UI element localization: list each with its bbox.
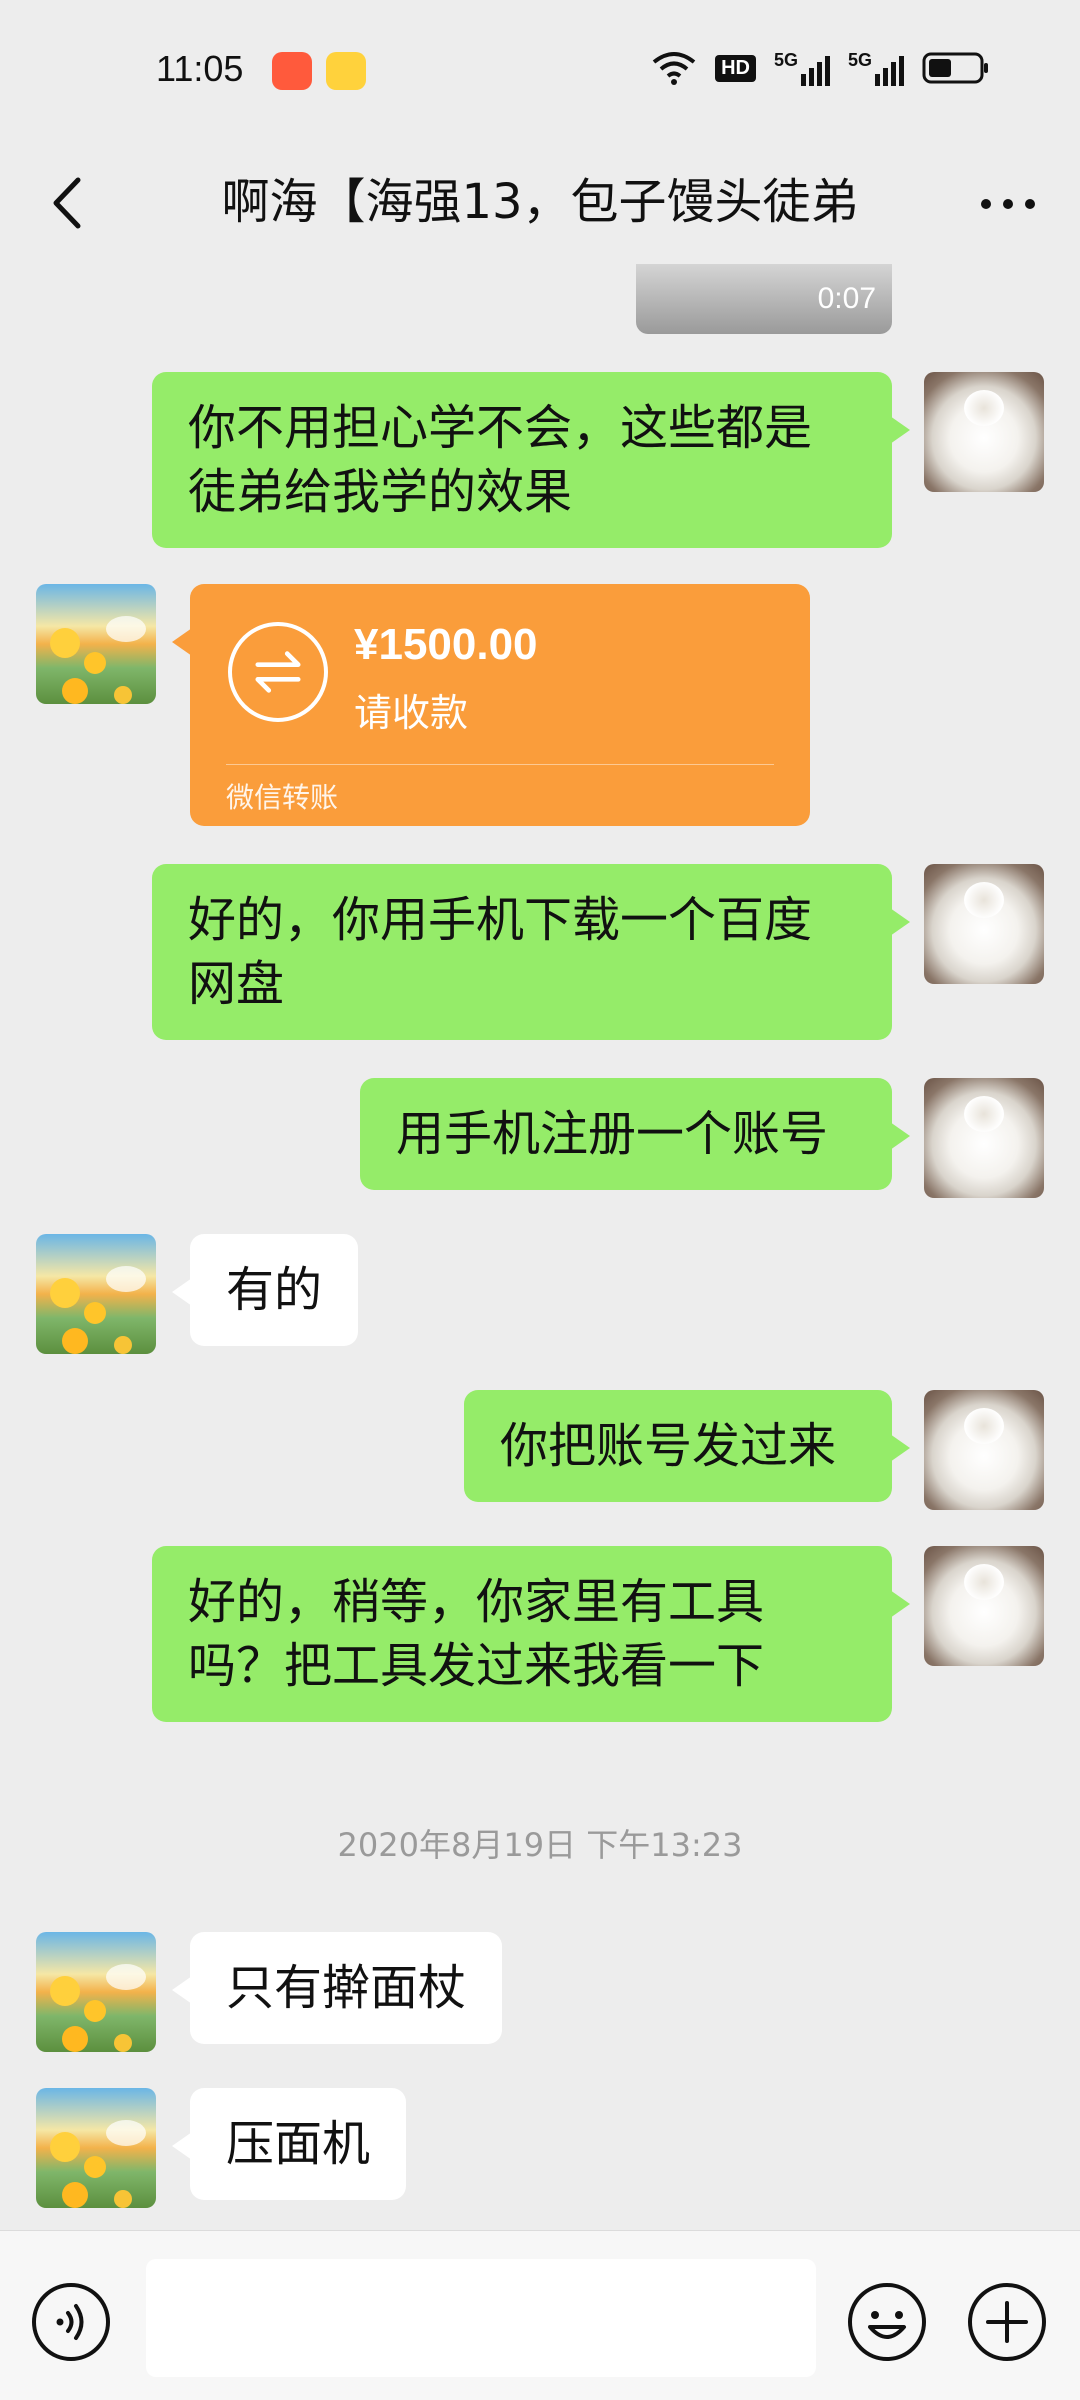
contact-avatar[interactable] xyxy=(36,584,156,704)
divider xyxy=(226,764,774,765)
message-bubble-sent[interactable]: 你不用担心学不会，这些都是徒弟给我学的效果 xyxy=(152,372,910,548)
message-bubble-sent[interactable]: 好的，你用手机下载一个百度网盘 xyxy=(152,864,910,1040)
contact-avatar[interactable] xyxy=(36,2088,156,2208)
voice-input-icon[interactable] xyxy=(30,2281,112,2363)
my-avatar[interactable] xyxy=(924,1390,1044,1510)
message-bubble-sent[interactable]: 用手机注册一个账号 xyxy=(360,1078,910,1190)
status-bar: 11:05 HD 5G 5G xyxy=(0,0,1080,140)
add-more-icon[interactable] xyxy=(966,2281,1048,2363)
signal-5g-icon: 5G xyxy=(774,50,830,86)
message-timestamp: 2020年8月19日 下午13:23 xyxy=(337,1826,743,1864)
app-notification-icon xyxy=(272,52,312,90)
message-bubble-received[interactable]: 有的 xyxy=(171,1234,359,1346)
transfer-arrows-icon xyxy=(228,622,328,722)
voice-message[interactable]: 0:07 xyxy=(636,264,892,334)
message-text: 只有擀面杖 xyxy=(226,1960,467,2016)
voice-duration: 0:07 xyxy=(817,282,876,315)
message-bubble-sent[interactable]: 你把账号发过来 xyxy=(464,1390,910,1502)
message-bubble-received[interactable]: 压面机 xyxy=(171,2088,407,2200)
wechat-transfer-card[interactable]: ¥1500.00 请收款 微信转账 xyxy=(172,584,810,826)
transfer-footer: 微信转账 xyxy=(226,781,339,814)
signal-5g-icon-2: 5G xyxy=(848,50,904,86)
emoji-icon[interactable] xyxy=(846,2281,928,2363)
contact-avatar[interactable] xyxy=(36,1234,156,1354)
my-avatar[interactable] xyxy=(924,372,1044,492)
network-type-label-2: 5G xyxy=(847,50,872,70)
back-arrow-icon[interactable] xyxy=(42,168,102,238)
chat-header: 啊海【海强13，包子馒头徒弟 xyxy=(0,140,1080,264)
hd-badge: HD xyxy=(715,54,756,82)
status-time: 11:05 xyxy=(156,48,244,89)
message-text: 你把账号发过来 xyxy=(500,1418,837,1474)
my-avatar[interactable] xyxy=(924,1078,1044,1198)
input-bar xyxy=(0,2230,1080,2400)
message-text: 有的 xyxy=(226,1262,323,1318)
message-list[interactable]: 0:07 你不用担心学不会，这些都是徒弟给我学的效果 ¥1500.00 请收款 … xyxy=(0,264,1080,2230)
message-text: 好的，稍等，你家里有工具吗？把工具发过来我看一下 xyxy=(188,1574,765,1694)
network-type-label: 5G xyxy=(773,50,798,70)
message-text: 压面机 xyxy=(226,2116,371,2172)
transfer-amount: ¥1500.00 xyxy=(354,620,538,669)
message-text: 你不用担心学不会，这些都是徒弟给我学的效果 xyxy=(188,400,813,520)
weibo-notification-icon xyxy=(326,52,366,90)
status-indicators: HD 5G 5G xyxy=(651,50,990,86)
more-options-icon[interactable] xyxy=(974,174,1042,234)
message-text: 好的，你用手机下载一个百度网盘 xyxy=(188,892,813,1012)
contact-avatar[interactable] xyxy=(36,1932,156,2052)
wifi-icon xyxy=(652,52,696,85)
message-input[interactable] xyxy=(146,2259,816,2377)
message-bubble-received[interactable]: 只有擀面杖 xyxy=(171,1932,503,2044)
message-bubble-sent[interactable]: 好的，稍等，你家里有工具吗？把工具发过来我看一下 xyxy=(152,1546,910,1722)
battery-icon xyxy=(922,52,988,84)
message-text: 用手机注册一个账号 xyxy=(396,1106,829,1162)
my-avatar[interactable] xyxy=(924,864,1044,984)
chat-title: 啊海【海强13，包子馒头徒弟 xyxy=(221,174,859,230)
my-avatar[interactable] xyxy=(924,1546,1044,1666)
transfer-status: 请收款 xyxy=(354,691,469,735)
